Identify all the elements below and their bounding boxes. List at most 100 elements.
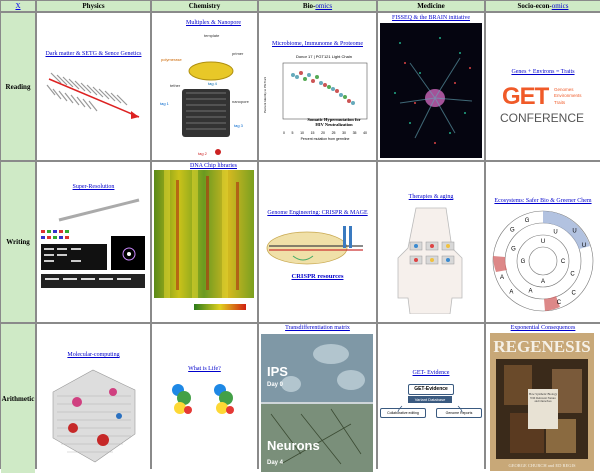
label-neurons: Neurons — [267, 438, 320, 453]
codon-letter: C — [572, 291, 577, 297]
plot-caption: Somatic Hypermutation for HIV Neutraliza… — [299, 117, 369, 128]
book-subtitle: How Synthetic Biology Will Reinvent Natu… — [528, 392, 558, 404]
link-exponential-consequences[interactable]: Exponential Consequences — [488, 325, 598, 331]
header-socio-econ-omics: Socio-econ-omics — [486, 1, 600, 11]
fisseq-cells — [394, 37, 473, 144]
header-chemistry: Chemistry — [152, 1, 257, 11]
get-logo: GET — [502, 83, 549, 110]
transdiff-image: IPS Day 0 Neurons Day 4 — [261, 334, 373, 472]
nanopore-body — [182, 89, 230, 137]
label-nanopore: nanopore — [232, 99, 250, 104]
label-tag2: tag 2 — [198, 151, 208, 156]
cell-writing-socio: Ecosystems: Safer Bio & Greener Chem U C A… — [486, 162, 600, 322]
label-tag3: tag 3 — [234, 123, 244, 128]
label-primer: primer — [232, 51, 244, 56]
codon-letter: G — [525, 218, 530, 224]
plot-xtick: 0 — [283, 131, 285, 135]
codon-letter: G — [521, 259, 526, 265]
plot-xtick: 10 — [300, 131, 304, 135]
plot-xtick: 40 — [363, 131, 367, 135]
conference-text: CONFERENCE — [500, 111, 585, 125]
book-art — [496, 359, 588, 459]
cell-reading-socio: Genes + Environs = Traits GET Genomes En… — [486, 13, 600, 160]
link-get-evidence[interactable]: GET- Evidence — [380, 370, 482, 376]
link-molecular-computing[interactable]: Molecular-computing — [39, 352, 148, 358]
red-arrow-line — [48, 78, 140, 118]
plot-xtick: 15 — [310, 131, 315, 135]
header-bio-omics: Bio-omics — [259, 1, 376, 11]
codon-letter: U — [553, 230, 557, 236]
codon-wheel: U C A G U C A G U C A G U C A G — [492, 210, 594, 312]
cell-reading-chemistry: Multiplex & Nanopore template polymerase… — [152, 13, 257, 160]
link-what-is-life[interactable]: What is Life? — [154, 366, 255, 372]
codon-letter: U — [541, 239, 545, 245]
plot-xtick: 25 — [331, 131, 336, 135]
dark-matter-image — [46, 72, 140, 119]
nanopore-diagram: template polymerase primer tag 4 tether … — [160, 33, 250, 156]
sr-panel-dark — [41, 244, 107, 270]
tag2-dot — [215, 149, 221, 155]
codon-letter: U — [572, 228, 576, 234]
get-logo-side: Genomes Environments Traits — [554, 87, 582, 106]
row-label-arithmetic: Arithmetic — [1, 324, 35, 473]
link-multiplex-nanopore[interactable]: Multiplex & Nanopore — [174, 20, 253, 26]
row-label-writing: Writing — [1, 162, 35, 322]
link-transdifferentiation[interactable]: Transdifferentiation matrix — [261, 325, 374, 331]
link-crispr-resources[interactable]: CRISPR resources — [261, 273, 374, 281]
fisseq-image — [380, 23, 482, 158]
cell-reading-medicine: FISSEQ & the BRAIN initiative — [378, 13, 484, 160]
plot-xtick: 30 — [342, 131, 346, 135]
plot-xticks: 0 5 10 15 20 25 30 35 40 — [283, 131, 367, 135]
link-therapies-aging[interactable]: Therapies & aging — [380, 194, 482, 200]
therapies-body-image — [397, 207, 463, 314]
get-evidence-arrows — [397, 405, 463, 413]
plot-caption-line2: HIV Neutralization — [315, 122, 353, 128]
polymerase-shape — [188, 61, 234, 81]
header-physics: Physics — [37, 1, 150, 11]
plot-title: Donor 17 | PGT121 Light Chain — [296, 54, 352, 59]
header-socio-omics-link[interactable]: omics — [552, 2, 569, 10]
codon-letter: U — [582, 243, 586, 249]
plot-xlabel: Percent mutation from germline — [300, 137, 350, 141]
cell-arithmetic-medicine: GET- Evidence GET-Evidence Variant Datab… — [378, 324, 484, 473]
cell-writing-medicine: Therapies & aging — [378, 162, 484, 322]
codon-letter: G — [510, 227, 515, 233]
codon-letter: A — [509, 290, 513, 296]
book-title: REGENESIS — [493, 337, 591, 356]
book-authors: GEORGE CHURCH and ED REGIS — [508, 463, 576, 468]
row-label-reading: Reading — [1, 13, 35, 160]
label-day4: Day 4 — [267, 460, 284, 466]
header-bio-prefix: Bio- — [302, 2, 316, 10]
codon-letter: C — [570, 272, 575, 278]
dna-origami-image — [52, 369, 136, 463]
plot-ylabel: Percent Identity to PGT121 — [263, 76, 267, 113]
codon-letter: C — [557, 300, 562, 306]
link-microbiome[interactable]: Microbiome, Immunome & Proteome — [261, 41, 374, 47]
corner-link-x[interactable]: X — [1, 1, 35, 11]
label-day0: Day 0 — [267, 382, 284, 388]
header-omics-link[interactable]: omics — [315, 2, 332, 10]
codon-letter: A — [528, 289, 532, 295]
link-dark-matter[interactable]: Dark matter & SETG & Sence Genetics — [39, 51, 148, 57]
link-dna-chip[interactable]: DNA Chip libraries — [174, 163, 253, 169]
protein-structures — [172, 384, 234, 414]
link-fisseq-brain[interactable]: FISSEQ & the BRAIN initiative — [380, 15, 482, 21]
link-ecosystems[interactable]: Ecosystems: Safer Bio & Greener Chem — [488, 198, 598, 204]
regenesis-book-cover: REGENESIS How Synthetic Biology Will Rei… — [490, 333, 594, 471]
cell-reading-bio: Microbiome, Immunome & Proteome Donor 17… — [259, 13, 376, 160]
header-medicine: Medicine — [378, 1, 484, 11]
link-genome-engineering[interactable]: Genome Engineering: CRISPR & MAGE — [261, 210, 374, 216]
cell-arithmetic-chemistry: What is Life? — [152, 324, 257, 473]
label-ips: IPS — [267, 364, 288, 379]
cell-reading-physics: Dark matter & SETG & Sence Genetics — [37, 13, 150, 160]
link-genes-environs[interactable]: Genes + Environs = Traits — [488, 69, 598, 75]
matrix-table: X Physics Chemistry Bio-omics Medicine S… — [0, 0, 600, 473]
super-resolution-image — [41, 198, 145, 288]
label-polymerase: polymerase — [161, 57, 182, 62]
color-scale — [194, 304, 246, 310]
header-socio-prefix: Socio-econ- — [517, 2, 552, 10]
cell-writing-bio: Genome Engineering: CRISPR & MAGE CRISPR… — [259, 162, 376, 322]
link-super-resolution[interactable]: Super-Resolution — [39, 184, 148, 190]
crispr-diagram — [266, 226, 363, 265]
plot-xtick: 35 — [352, 131, 357, 135]
